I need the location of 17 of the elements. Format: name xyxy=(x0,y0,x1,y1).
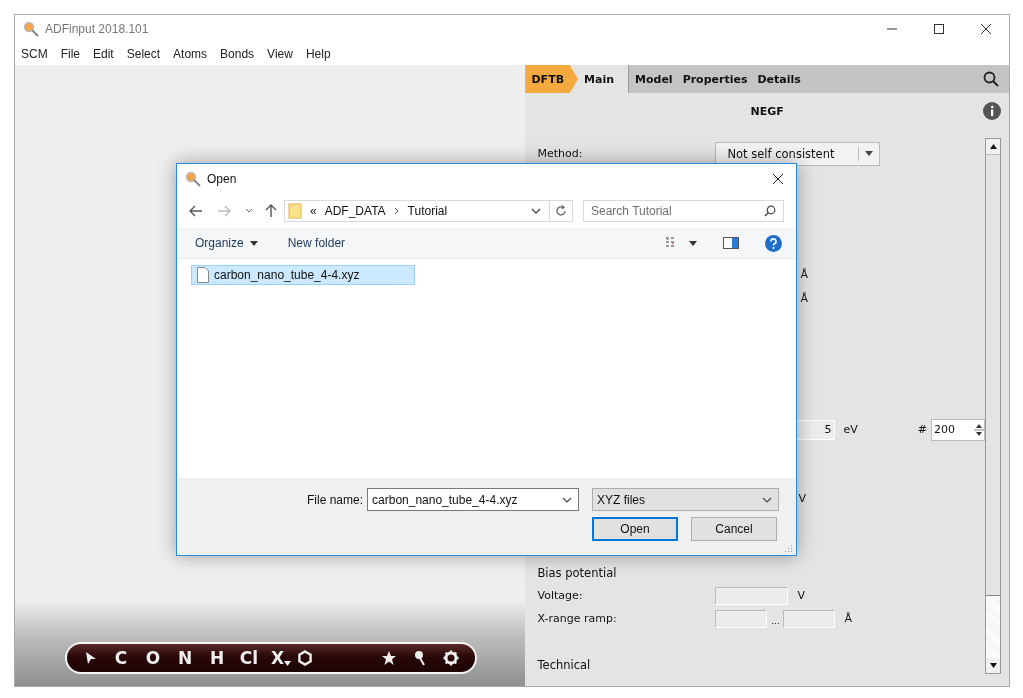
dialog-title: Open xyxy=(207,172,237,186)
unit-label: Å xyxy=(800,268,808,281)
window-title: ADFinput 2018.101 xyxy=(45,22,149,36)
field-label: File name: xyxy=(307,492,364,507)
field-label: Method: xyxy=(537,147,584,160)
unit-label: V xyxy=(798,492,806,505)
section-title: NEGF xyxy=(750,104,784,118)
unit-label: eV xyxy=(843,423,858,436)
group-heading: Bias potential xyxy=(537,565,617,580)
unit-label: Å xyxy=(800,292,808,305)
group-heading: Technical xyxy=(537,657,591,672)
field-label: X-range ramp: xyxy=(537,612,618,625)
unit-label: Å xyxy=(844,612,852,625)
field-label: Voltage: xyxy=(537,589,584,602)
range-separator: ... xyxy=(770,616,781,628)
count-label: # xyxy=(917,423,927,436)
unit-label: V xyxy=(797,589,805,602)
